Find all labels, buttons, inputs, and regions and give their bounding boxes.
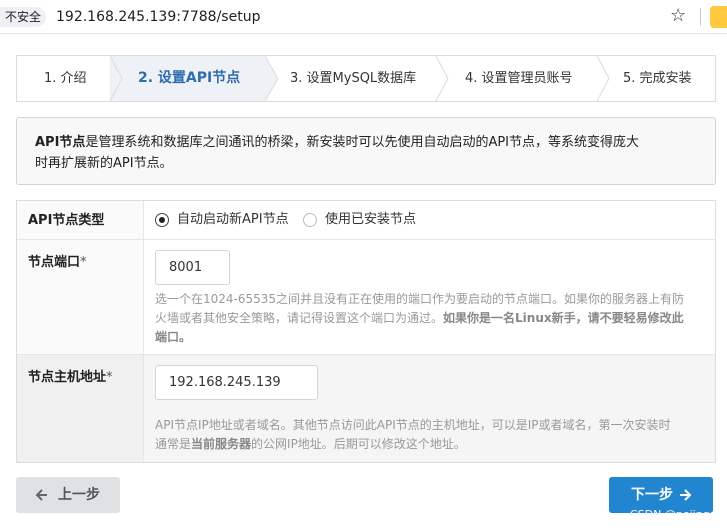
step-api-node[interactable]: 2. 设置API节点 [110,56,265,101]
node-type-row: API节点类型 自动启动新API节点 使用已安装节点 [17,201,715,240]
api-node-form: API节点类型 自动启动新API节点 使用已安装节点 节点端口* 8001 选一… [16,200,716,463]
intro-message: API节点是管理系统和数据库之间通讯的桥梁，新安装时可以先使用自动启动的API节… [16,117,716,185]
port-help-text: 选一个在1024-65535之间并且没有正在使用的端口作为要启动的节点端口。如果… [155,292,685,344]
radio-auto-start[interactable] [155,213,169,227]
radio-auto-start-label[interactable]: 自动启动新API节点 [177,212,289,228]
node-port-label: 节点端口* [17,240,144,354]
extension-icon[interactable] [710,6,727,28]
host-input[interactable]: 192.168.245.139 [155,365,318,400]
node-host-label-text: 节点主机地址 [28,370,107,385]
arrow-left-icon [35,477,48,527]
node-port-row: 节点端口* 8001 选一个在1024-65535之间并且没有正在使用的端口作为… [17,240,715,355]
url-field[interactable]: 192.168.245.139:7788/setup [56,8,260,26]
node-host-label: 节点主机地址* [17,355,144,462]
host-help-text: API节点IP地址或者域名。其他节点访问此API节点的主机地址，可以是IP或者域… [155,418,671,451]
watermark: CSDN @peiingo [630,508,717,521]
toolbar-divider [700,8,701,26]
step-mysql[interactable]: 3. 设置MySQL数据库 [290,56,416,101]
step-finish[interactable]: 5. 完成安装 [623,56,692,101]
radio-use-installed-label[interactable]: 使用已安装节点 [325,212,416,228]
node-type-label: API节点类型 [17,201,144,239]
node-type-label-text: API节点类型 [28,213,105,228]
security-indicator[interactable]: 不安全 [0,7,47,27]
port-input[interactable]: 8001 [155,250,230,285]
step-divider-icon [435,56,449,101]
bookmark-star-icon[interactable]: ☆ [670,6,686,26]
step-admin[interactable]: 4. 设置管理员账号 [465,56,573,101]
intro-bold: API节点 [35,135,86,150]
step-divider-icon [109,56,123,101]
setup-steps: 1. 介绍 2. 设置API节点 3. 设置MySQL数据库 4. 设置管理员账… [16,55,716,102]
prev-button[interactable]: 上一步 [16,477,120,513]
step-divider-icon [596,56,610,101]
intro-text-2: 时再扩展新的API节点。 [35,156,173,171]
prev-button-label: 上一步 [58,487,100,503]
intro-text: 是管理系统和数据库之间通讯的桥梁，新安装时可以先使用自动启动的API节点，等系统… [85,135,640,150]
step-divider-icon [265,56,279,101]
required-mark: * [106,370,113,385]
browser-address-bar: 不安全 192.168.245.139:7788/setup ☆ [0,0,727,34]
step-intro[interactable]: 1. 介绍 [44,56,87,101]
node-port-label-text: 节点端口 [28,255,81,270]
node-host-row: 节点主机地址* 192.168.245.139 API节点IP地址或者域名。其他… [17,355,715,462]
required-mark: * [80,255,87,270]
radio-use-installed[interactable] [303,213,317,227]
